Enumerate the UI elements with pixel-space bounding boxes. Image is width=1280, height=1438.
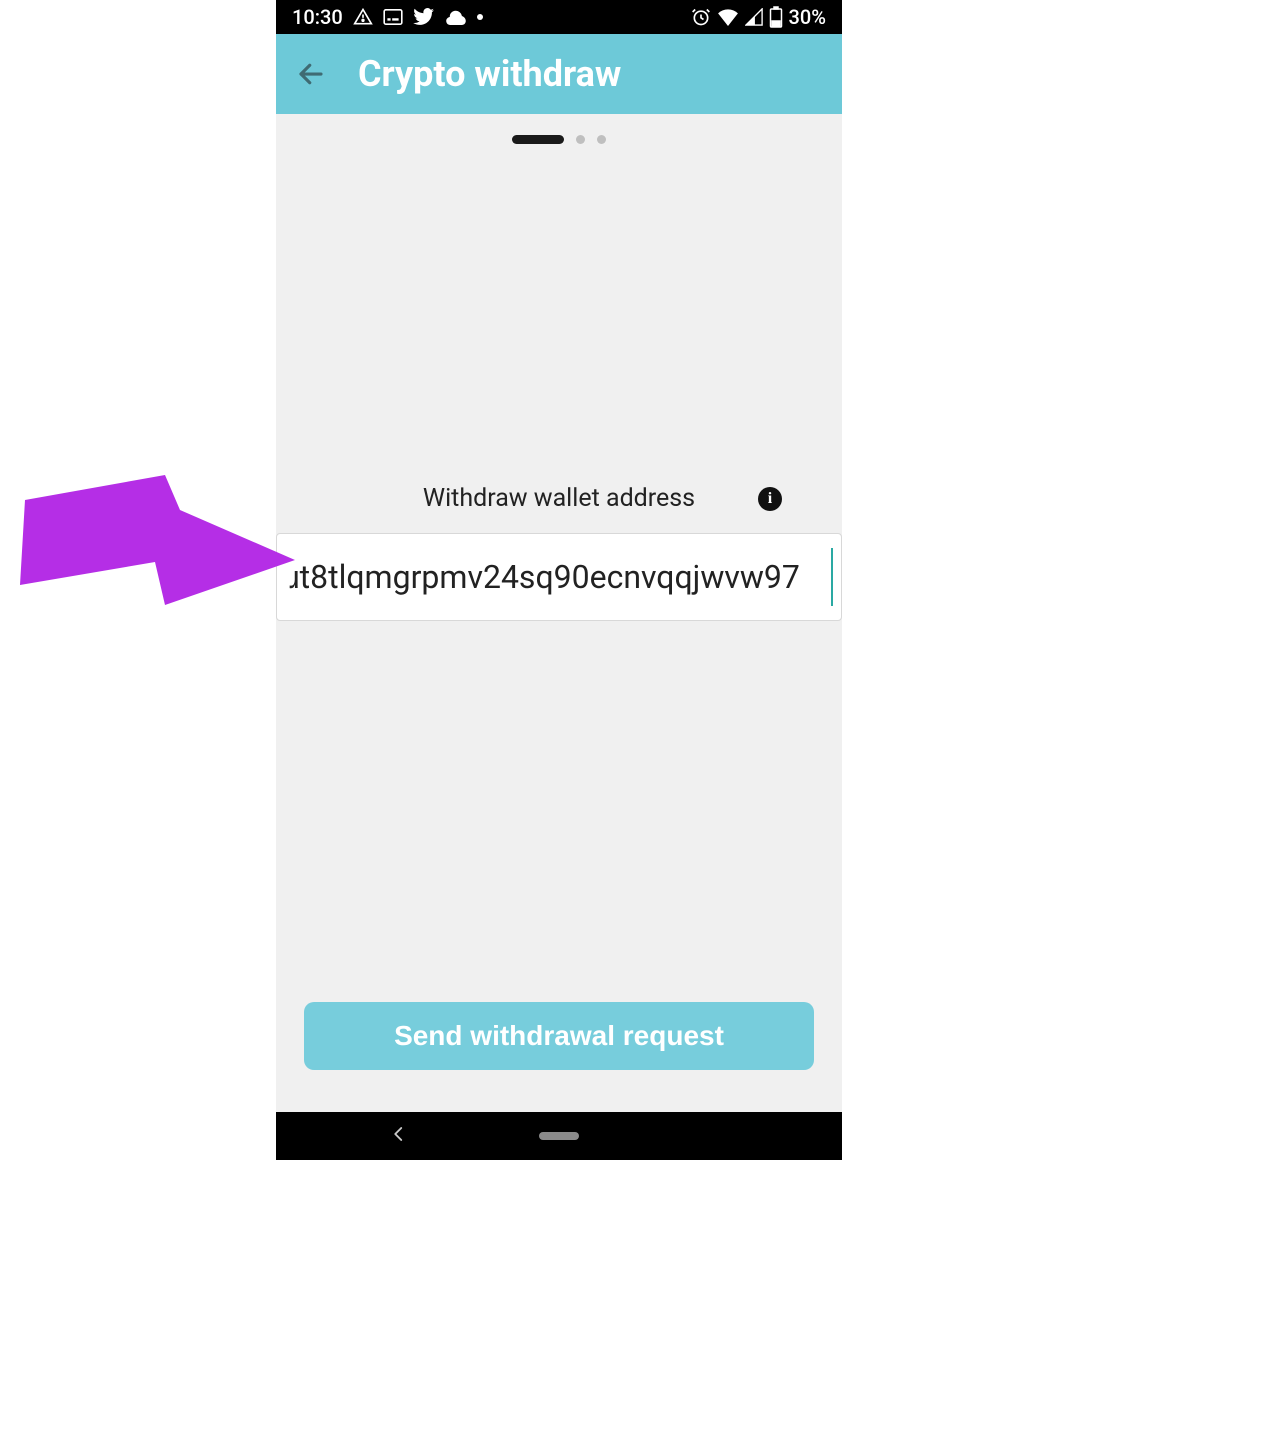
signal-icon <box>745 8 763 26</box>
cloud-icon <box>445 9 467 25</box>
status-bar: 10:30 <box>276 0 842 34</box>
nav-back-button[interactable] <box>390 1125 430 1147</box>
page-title: Crypto withdraw <box>358 53 621 95</box>
wallet-address-field: Withdraw wallet address i ɹt8tlqmgrpmv24… <box>276 484 842 621</box>
pager-step-2 <box>576 135 585 144</box>
battery-icon <box>769 6 783 28</box>
pager-step-3 <box>597 135 606 144</box>
android-nav-bar <box>276 1112 842 1160</box>
submit-wrap: Send withdrawal request <box>304 1002 814 1070</box>
nav-home-pill[interactable] <box>539 1132 579 1140</box>
subtitles-icon <box>383 9 403 25</box>
annotation-arrow-icon <box>20 465 300 615</box>
status-left: 10:30 <box>292 5 483 29</box>
send-withdrawal-button[interactable]: Send withdrawal request <box>304 1002 814 1070</box>
arrow-left-icon <box>296 59 326 89</box>
twitter-icon <box>413 8 435 26</box>
alarm-icon <box>691 7 711 27</box>
app-header: Crypto withdraw <box>276 34 842 114</box>
back-button[interactable] <box>294 57 328 91</box>
wallet-address-value: ɹt8tlqmgrpmv24sq90ecnvqqjwvw97 <box>289 558 800 596</box>
content-area: Withdraw wallet address i ɹt8tlqmgrpmv24… <box>276 164 842 1112</box>
warning-triangle-icon <box>353 7 373 27</box>
label-row: Withdraw wallet address i <box>276 484 842 513</box>
wifi-icon <box>717 8 739 26</box>
page: 10:30 <box>0 0 1280 1164</box>
status-dot-icon <box>477 14 483 20</box>
text-caret <box>831 548 833 606</box>
pager-step-active <box>512 135 564 144</box>
battery-percent: 30% <box>789 5 826 29</box>
phone-frame: 10:30 <box>276 0 842 1160</box>
wallet-address-label: Withdraw wallet address <box>423 484 695 513</box>
wallet-address-input[interactable]: ɹt8tlqmgrpmv24sq90ecnvqqjwvw97 <box>276 533 842 621</box>
info-icon[interactable]: i <box>758 487 782 511</box>
status-right: 30% <box>691 5 826 29</box>
page-bottom-padding <box>0 1164 1280 1438</box>
chevron-left-icon <box>390 1125 408 1143</box>
status-time: 10:30 <box>292 5 343 29</box>
step-pager <box>276 114 842 164</box>
